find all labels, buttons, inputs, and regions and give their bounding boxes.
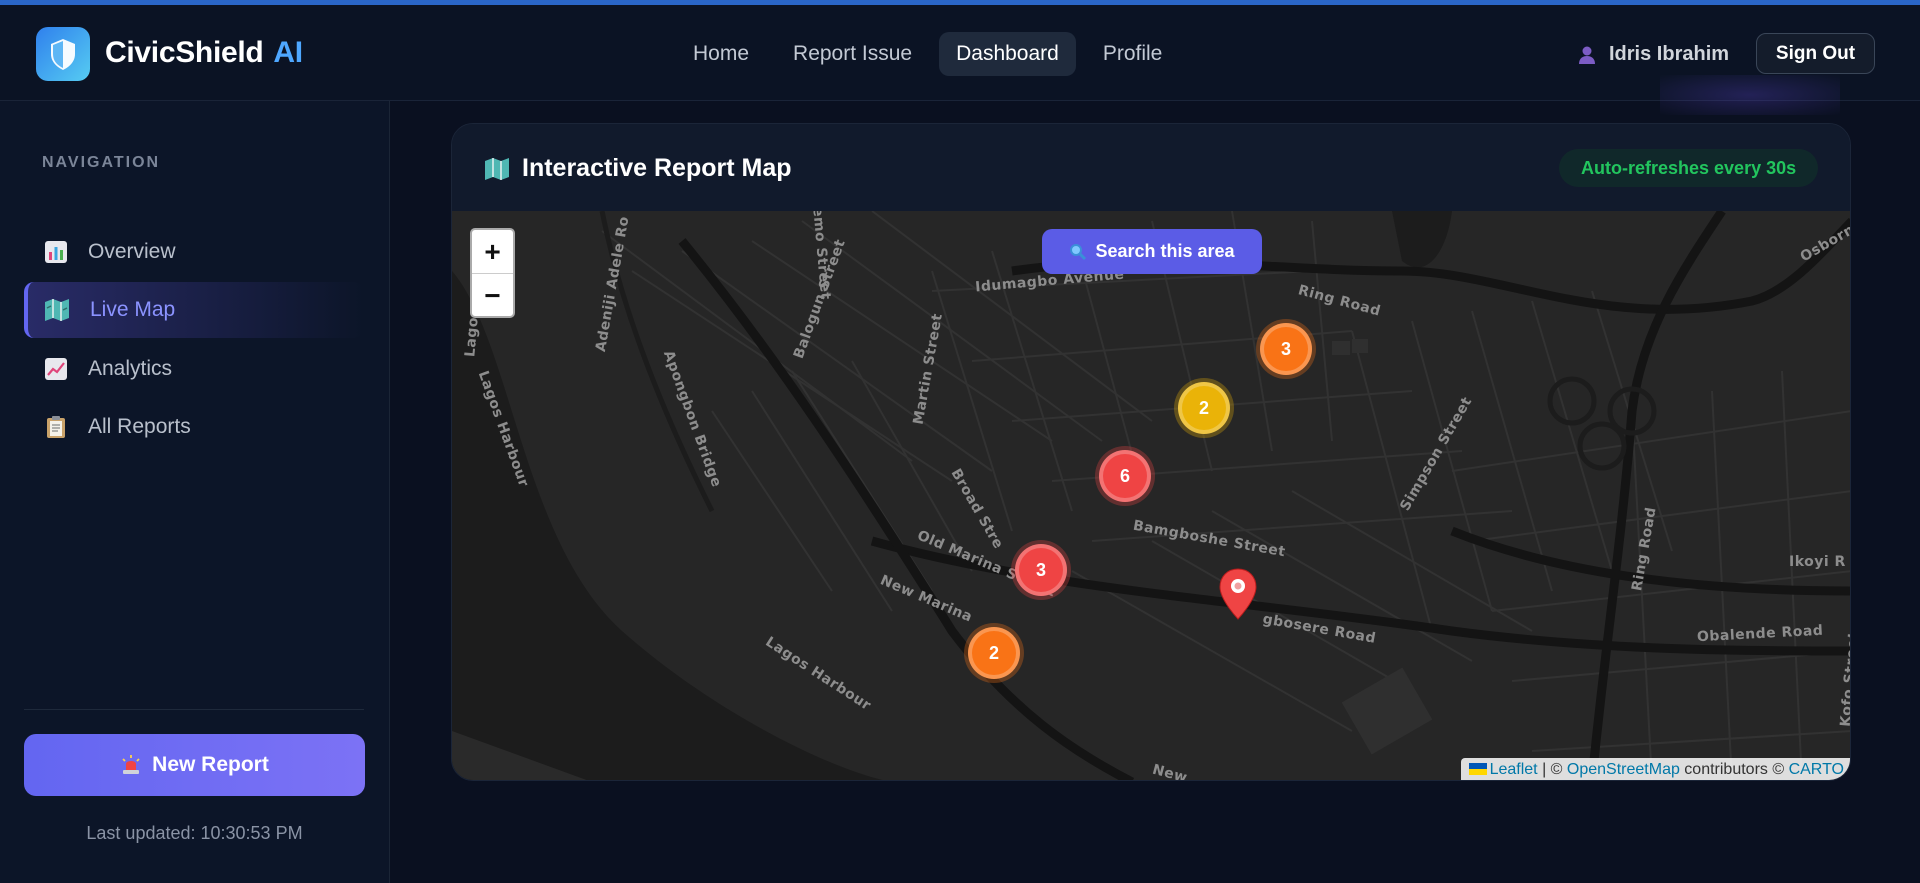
bar-chart-icon <box>45 241 67 263</box>
sidebar-item-label: Overview <box>88 240 176 263</box>
search-this-area-button[interactable]: Search this area <box>1042 229 1262 274</box>
zoom-control: + − <box>470 228 515 318</box>
sidebar-item-label: Live Map <box>90 298 176 321</box>
report-cluster-marker[interactable]: 2 <box>968 627 1020 679</box>
brand-suffix: AI <box>273 36 303 69</box>
sign-out-button[interactable]: Sign Out <box>1756 33 1875 74</box>
decorative-glow <box>1660 75 1840 115</box>
brand-title[interactable]: CivicShield AI <box>105 36 303 70</box>
nav-dashboard-link[interactable]: Dashboard <box>939 32 1076 76</box>
map-title-text: Interactive Report Map <box>522 154 792 182</box>
top-navigation: Home Report Issue Dashboard Profile <box>676 32 1179 76</box>
interactive-map[interactable]: Idumagbo Avenue Ring Road Bamgboshe Stre… <box>452 211 1850 780</box>
report-cluster-marker[interactable]: 2 <box>1178 382 1230 434</box>
search-this-area-label: Search this area <box>1095 241 1235 261</box>
brand-name: CivicShield <box>105 36 264 69</box>
report-cluster-marker[interactable]: 3 <box>1015 544 1067 596</box>
sidebar-divider <box>24 709 364 710</box>
magnifier-icon <box>1070 243 1087 260</box>
sidebar: NAVIGATION Overview Live Map Analytics A… <box>0 101 390 883</box>
zoom-out-button[interactable]: − <box>472 273 513 316</box>
map-card-header: Interactive Report Map Auto-refreshes ev… <box>452 124 1850 211</box>
carto-link[interactable]: CARTO <box>1789 761 1844 778</box>
street-label: Ikoyi R <box>1789 554 1846 570</box>
new-report-label: New Report <box>152 753 269 776</box>
attribution-separator: | © <box>1537 761 1567 778</box>
map-icon <box>45 299 69 321</box>
sidebar-section-title: NAVIGATION <box>42 154 161 171</box>
new-report-button[interactable]: New Report <box>24 734 365 796</box>
location-pin-icon[interactable] <box>1217 567 1259 621</box>
zoom-in-button[interactable]: + <box>472 230 513 273</box>
trend-chart-icon <box>45 358 67 380</box>
shield-logo-icon <box>36 27 90 81</box>
sidebar-item-analytics[interactable]: Analytics <box>24 341 364 397</box>
leaflet-link[interactable]: Leaflet <box>1490 761 1538 778</box>
report-cluster-marker[interactable]: 3 <box>1260 323 1312 375</box>
sidebar-item-live-map[interactable]: Live Map <box>24 282 364 338</box>
map-card: Interactive Report Map Auto-refreshes ev… <box>451 123 1851 781</box>
user-info: Idris Ibrahim <box>1577 43 1729 66</box>
last-updated-text: Last updated: 10:30:53 PM <box>86 823 303 843</box>
auto-refresh-badge: Auto-refreshes every 30s <box>1559 149 1819 187</box>
map-tiles <box>452 211 1850 780</box>
map-attribution: Leaflet | © OpenStreetMap contributors ©… <box>1460 758 1850 780</box>
map-icon <box>485 157 509 180</box>
sidebar-item-label: Analytics <box>88 357 173 380</box>
openstreetmap-link[interactable]: OpenStreetMap <box>1567 761 1680 778</box>
map-card-title: Interactive Report Map <box>484 154 792 183</box>
nav-profile-link[interactable]: Profile <box>1086 32 1180 76</box>
nav-report-issue-link[interactable]: Report Issue <box>776 32 929 76</box>
sidebar-item-overview[interactable]: Overview <box>24 224 364 280</box>
sidebar-item-all-reports[interactable]: All Reports <box>24 399 364 455</box>
sidebar-item-label: All Reports <box>88 415 191 438</box>
nav-home-link[interactable]: Home <box>676 32 766 76</box>
report-cluster-marker[interactable]: 6 <box>1099 450 1151 502</box>
siren-icon <box>122 755 140 774</box>
app-header: CivicShield AI Home Report Issue Dashboar… <box>0 5 1920 115</box>
user-icon <box>1579 46 1595 64</box>
ukraine-flag-icon <box>1468 763 1487 775</box>
attribution-contributors: contributors © <box>1679 761 1789 778</box>
user-name: Idris Ibrahim <box>1609 43 1730 65</box>
clipboard-icon <box>47 416 65 438</box>
